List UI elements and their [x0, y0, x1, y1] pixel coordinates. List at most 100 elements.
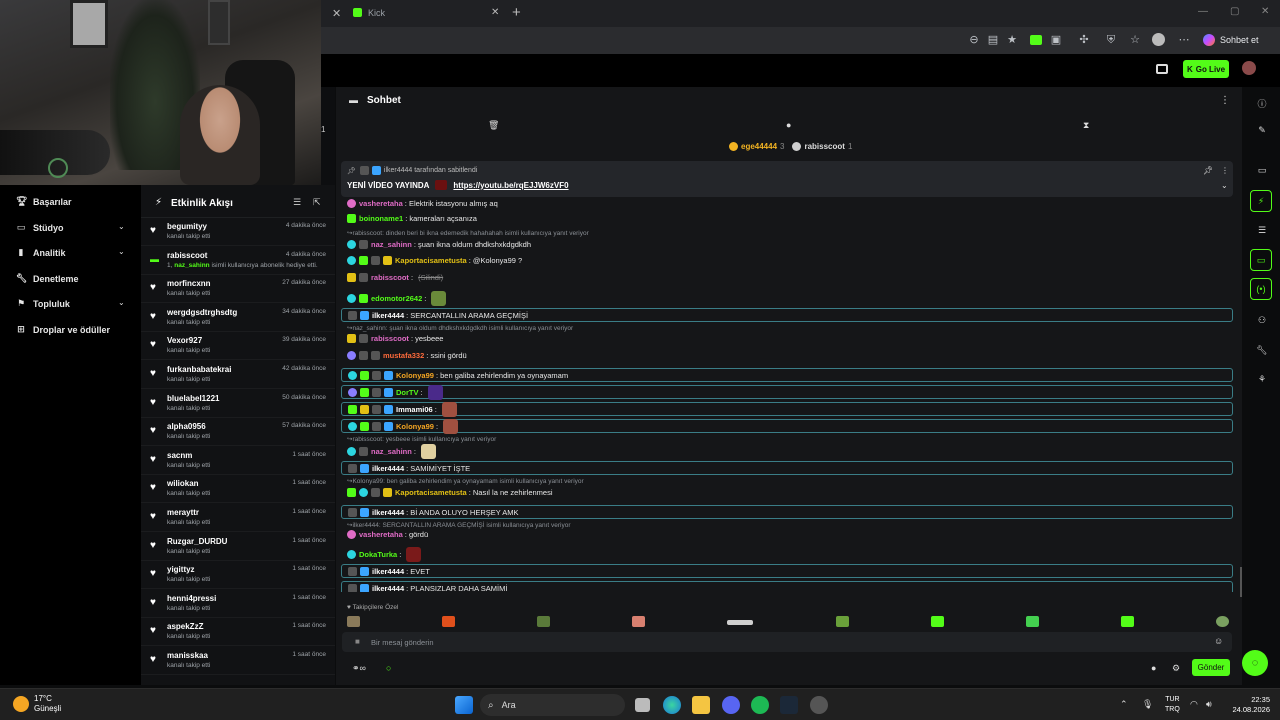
chat-emote[interactable]	[427, 384, 443, 400]
feed-row[interactable]: ♥ aspekZzZ kanalı takip etti 1 saat önce	[141, 618, 335, 647]
chat-username[interactable]: Kolonya99	[396, 371, 434, 380]
info-icon[interactable]: ⓘ	[1255, 97, 1269, 110]
feed-user[interactable]: begumityy	[167, 222, 207, 231]
chevron-up-icon[interactable]: ⌃	[1120, 699, 1128, 710]
chat-message[interactable]: Kaportacisametusta: Nasıl la ne zehirlen…	[341, 488, 1233, 497]
filter-icon[interactable]: ☰	[293, 197, 301, 208]
reply-context[interactable]: ↪ rabisscoot: yesbeee isimli kullanıcıya…	[341, 435, 1233, 444]
chat-username[interactable]: Kaportacisametusta	[395, 488, 467, 497]
chat-message[interactable]: edomotor2642:	[341, 291, 1233, 306]
wrench-icon[interactable]: 🔧︎	[1255, 345, 1269, 356]
feed-row[interactable]: ♥ morfincxnn kanalı takip etti 27 dakika ön…	[141, 275, 335, 304]
volume-icon[interactable]: 🔊︎	[1206, 699, 1212, 710]
feed-user[interactable]: wiliokan	[167, 479, 199, 488]
profile-avatar-icon[interactable]	[1152, 33, 1165, 46]
sidebar-item-studio[interactable]: ▭ Stüdyo	[16, 222, 64, 233]
leader-name[interactable]: ege44444	[741, 142, 777, 151]
minimize-icon[interactable]: —	[1198, 6, 1208, 17]
chat-message[interactable]: Kolonya99: ben galiba zehirlendim ya oyn…	[341, 368, 1233, 382]
chat-bubble-icon[interactable]: ●	[786, 120, 791, 130]
reply-context[interactable]: ↪ Kolonya99: ben galiba zehirlendim ya o…	[341, 477, 1233, 486]
pencil-icon[interactable]: ✎	[1255, 125, 1269, 136]
feed-row[interactable]: ♥ Ruzgar_DURDU kanalı takip etti 1 saat önc…	[141, 533, 335, 561]
expand-icon[interactable]: ⌄	[1221, 181, 1228, 190]
reply-context[interactable]: ↪ rabisscoot: dinden beri bi ikna edemed…	[341, 229, 1233, 238]
extension-icon[interactable]: ▣	[1049, 33, 1063, 47]
popout-icon[interactable]: ⇱	[313, 197, 321, 208]
emote[interactable]	[727, 620, 753, 625]
chat-username[interactable]: naz_sahinn	[371, 447, 412, 456]
chat-username[interactable]: rabisscoot	[371, 334, 409, 343]
chat-panel-icon[interactable]: ▭	[1250, 249, 1272, 271]
feed-user[interactable]: bluelabel1221	[167, 394, 219, 403]
file-explorer-icon[interactable]	[692, 696, 710, 714]
emote[interactable]	[1121, 616, 1134, 627]
sidebar-item-analytics[interactable]: ▮ Analitik	[16, 247, 66, 258]
chat-username[interactable]: rabisscoot	[371, 273, 409, 282]
chat-emote[interactable]	[421, 444, 437, 459]
reader-icon[interactable]: ▤	[986, 33, 1000, 47]
chat-message[interactable]: Kolonya99:	[341, 418, 1233, 434]
hourglass-icon[interactable]: ⧗	[1083, 120, 1089, 131]
chat-message[interactable]: vasheretaha: Elektrik istasyonu almış aq	[341, 199, 1233, 208]
chat-message[interactable]: Immami06:	[341, 401, 1233, 417]
more-vertical-icon[interactable]: ⋮	[1220, 95, 1230, 106]
clock[interactable]: 22:35 24.08.2026	[1228, 695, 1270, 715]
feed-row[interactable]: ♥ merayttr kanalı takip etti 1 saat önce	[141, 504, 335, 532]
chat-settings-bubble-icon[interactable]: ●	[1151, 663, 1156, 673]
feed-action-user[interactable]: naz_sahinn	[174, 262, 209, 269]
feed-user[interactable]: wergdgsdtrghsdtg	[167, 308, 237, 317]
more-icon[interactable]: ⋯	[1177, 33, 1191, 47]
feed-user[interactable]: aspekZzZ	[167, 622, 203, 631]
chat-username[interactable]: vasheretaha	[359, 530, 403, 539]
send-button[interactable]: Gönder	[1192, 659, 1230, 676]
chat-message[interactable]: DokaTurka:	[341, 547, 1233, 562]
go-live-button[interactable]: K Go Live	[1183, 60, 1229, 78]
emote[interactable]	[442, 616, 455, 627]
more-vertical-icon[interactable]: ⋮	[1221, 166, 1229, 175]
chat-message[interactable]: ilker4444: SERCANTALLIN ARAMA GEÇMİŞİ	[341, 308, 1233, 322]
chat-username[interactable]: vasheretaha	[359, 199, 403, 208]
list-icon[interactable]: ☰	[1255, 225, 1269, 236]
chat-message[interactable]: naz_sahinn:	[341, 444, 1233, 459]
obs-icon[interactable]	[810, 696, 828, 714]
leader-name[interactable]: rabisscoot	[804, 142, 844, 151]
emoji-icon[interactable]: ☺	[1214, 636, 1223, 646]
discord-icon[interactable]	[722, 696, 740, 714]
emote[interactable]	[347, 616, 360, 627]
chat-message[interactable]: rabisscoot: (Silindi)	[341, 273, 1233, 282]
chat-message[interactable]: ilker4444: SAMİMİYET İŞTE	[341, 461, 1233, 475]
emote[interactable]	[1216, 616, 1229, 627]
chat-message[interactable]: ilker4444: Bİ ANDA OLUYO HERŞEY AMK	[341, 505, 1233, 519]
chat-username[interactable]: ilker4444	[372, 311, 404, 320]
emote[interactable]	[931, 616, 944, 627]
puzzle-icon[interactable]: ✣	[1077, 33, 1091, 47]
share-icon[interactable]: ⚘	[1255, 374, 1269, 385]
windows-start-icon[interactable]	[455, 696, 473, 714]
chevron-down-icon[interactable]: ⌄	[118, 247, 125, 256]
tab-title[interactable]: Kick	[368, 8, 385, 18]
chat-emote[interactable]	[406, 547, 422, 562]
chat-username[interactable]: ilker4444	[372, 508, 404, 517]
language-indicator[interactable]: TUR TRQ	[1165, 695, 1180, 715]
feed-row[interactable]: ♥ yigittyz kanalı takip etti 1 saat önce	[141, 561, 335, 590]
feed-user[interactable]: alpha0956	[167, 422, 206, 431]
chat-message[interactable]: ilker4444: PLANSIZLAR DAHA SAMİMİ	[341, 581, 1233, 592]
chat-message[interactable]: ilker4444: EVET	[341, 564, 1233, 578]
feed-row[interactable]: ♥ henni4pressi kanalı takip etti 1 saat önc…	[141, 590, 335, 618]
chat-username[interactable]: DorTV	[396, 388, 419, 397]
feed-row[interactable]: ♥ begumityy kanalı takip etti 4 dakika önce	[141, 218, 335, 246]
feed-user[interactable]: yigittyz	[167, 565, 195, 574]
close-icon[interactable]: ✕	[332, 7, 341, 20]
feed-row[interactable]: ♥ alpha0956 kanalı takip etti 57 dakika önc…	[141, 418, 335, 447]
emote[interactable]	[836, 616, 849, 627]
star-icon[interactable]: ★	[1005, 33, 1019, 47]
feed-row[interactable]: ♥ wergdgsdtrghsdtg kanalı takip etti 34 dak…	[141, 304, 335, 332]
chat-username[interactable]: Immami06	[396, 405, 433, 414]
wifi-icon[interactable]: ◠	[1190, 699, 1198, 710]
users-icon[interactable]: ⚇	[1255, 315, 1269, 326]
pinned-link[interactable]: https://youtu.be/rqEJJW6zVF0	[453, 181, 568, 190]
feed-user[interactable]: rabisscoot	[167, 251, 207, 260]
infinity-icon[interactable]: ⚭∞	[352, 663, 366, 674]
chat-message[interactable]: mustafa332: ssini gördü	[341, 351, 1233, 360]
